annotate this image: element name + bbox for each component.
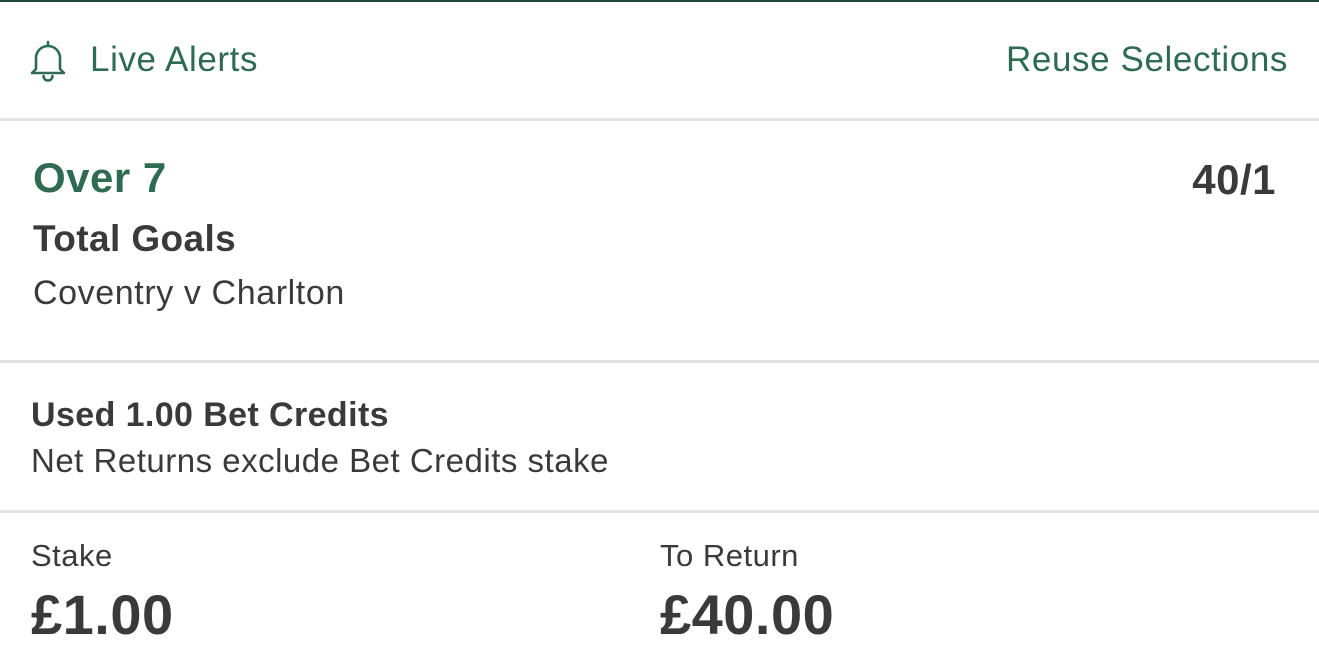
reuse-selections-button[interactable]: Reuse Selections xyxy=(1006,40,1288,80)
to-return-label: To Return xyxy=(660,538,799,573)
event-name: Coventry v Charlton xyxy=(33,274,345,312)
selection-name: Over 7 xyxy=(33,154,167,201)
selection-odds: 40/1 xyxy=(1192,156,1276,203)
stake-label: Stake xyxy=(31,538,113,573)
divider xyxy=(0,118,1319,121)
market-name: Total Goals xyxy=(33,218,237,259)
bell-icon xyxy=(28,38,68,82)
receipt-header: Live Alerts Reuse Selections xyxy=(0,2,1319,118)
bet-credits-note: Net Returns exclude Bet Credits stake xyxy=(31,442,609,479)
bet-credits-title: Used 1.00 Bet Credits xyxy=(31,396,389,434)
divider xyxy=(0,360,1319,363)
divider xyxy=(0,510,1319,513)
live-alerts-button[interactable]: Live Alerts xyxy=(28,38,258,82)
to-return-value: £40.00 xyxy=(660,583,835,646)
stake-value: £1.00 xyxy=(31,583,174,646)
live-alerts-label: Live Alerts xyxy=(90,40,259,79)
bet-receipt: Live Alerts Reuse Selections Over 7 40/1… xyxy=(0,0,1319,669)
